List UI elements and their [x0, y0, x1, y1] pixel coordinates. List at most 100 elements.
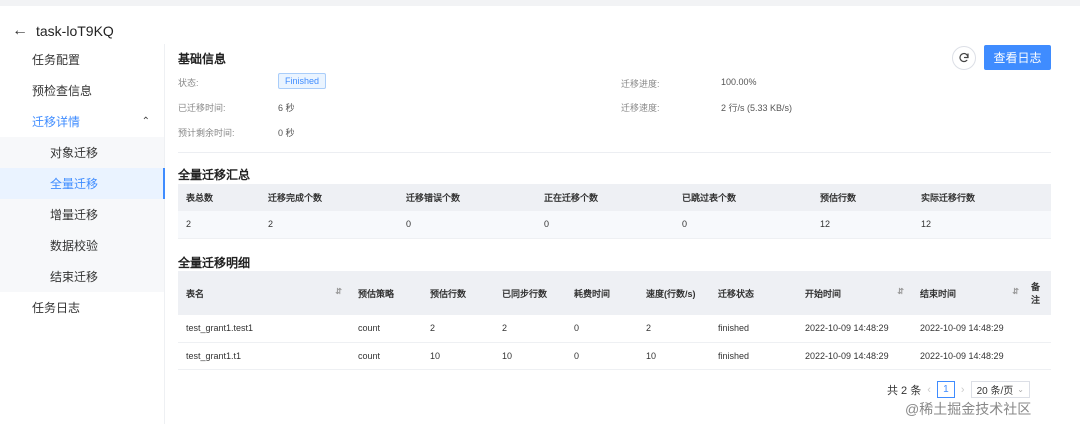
table-cell: 12 — [913, 211, 1051, 239]
progress-label: 迁移进度: — [621, 79, 660, 89]
table-header-row: 表总数 迁移完成个数 迁移错误个数 正在迁移个数 已跳过表个数 预估行数 实际迁… — [178, 184, 1051, 211]
sidebar-item-label: 预检查信息 — [32, 84, 93, 98]
sidebar-item-incremental-migration[interactable]: 增量迁移 — [0, 199, 164, 230]
table-cell: count — [350, 342, 422, 370]
chevron-up-icon: ⌃ — [141, 116, 150, 127]
table-cell: 2022-10-09 14:48:29 — [912, 315, 1027, 343]
sidebar-item-label: 迁移详情 — [32, 115, 81, 129]
column-header: 迁移状态 — [710, 271, 797, 315]
page-header: ← task-loT9KQ — [12, 20, 114, 42]
column-header-end-time[interactable]: 结束时间 ⇵ — [912, 271, 1027, 315]
status-badge: Finished — [278, 73, 327, 89]
column-header: 迁移错误个数 — [398, 184, 536, 211]
remaining-label: 预计剩余时间: — [178, 128, 235, 138]
table-cell: 2022-10-09 14:48:29 — [912, 342, 1027, 370]
sort-icon[interactable]: ⇵ — [897, 287, 904, 296]
sidebar-item-end-migration[interactable]: 结束迁移 — [0, 261, 164, 292]
sidebar-item-task-config[interactable]: 任务配置 — [0, 44, 164, 75]
speed-value: 2 行/s (5.33 KB/s) — [721, 103, 793, 113]
elapsed-label: 已迁移时间: — [178, 103, 226, 113]
page-title: task-loT9KQ — [36, 23, 114, 39]
table-cell: 2 — [422, 315, 494, 343]
summary-title: 全量迁移汇总 — [178, 168, 251, 182]
watermark: @稀土掘金技术社区 — [905, 401, 1032, 417]
remaining-value: 0 秒 — [278, 128, 295, 138]
chevron-left-icon[interactable]: ‹ — [927, 384, 931, 396]
chevron-down-icon: ⌄ — [1017, 385, 1024, 394]
table-cell: finished — [710, 315, 797, 343]
section-divider — [178, 152, 1051, 153]
table-cell: 0 — [536, 211, 674, 239]
table-cell: 0 — [566, 315, 638, 343]
sort-icon[interactable]: ⇵ — [1012, 287, 1019, 296]
column-header-start-time[interactable]: 开始时间 ⇵ — [797, 271, 912, 315]
table-row: 2 2 0 0 0 12 12 — [178, 211, 1051, 239]
column-header: 迁移完成个数 — [260, 184, 398, 211]
table-cell: 2022-10-09 14:48:29 — [797, 315, 912, 343]
table-cell — [1027, 315, 1051, 343]
sort-icon[interactable]: ⇵ — [335, 287, 342, 296]
progress-value: 100.00% — [721, 77, 757, 87]
table-cell: 12 — [812, 211, 913, 239]
table-cell: 2 — [260, 211, 398, 239]
basic-info-title: 基础信息 — [178, 52, 227, 66]
detail-table: 表名 ⇵ 预估策略 预估行数 已同步行数 耗费时间 速度(行数/s) 迁移状态 开… — [178, 271, 1051, 370]
page-size-value: 20 条/页 — [976, 386, 1014, 397]
column-header: 实际迁移行数 — [913, 184, 1051, 211]
sidebar-item-object-migration[interactable]: 对象迁移 — [0, 137, 164, 168]
view-log-button[interactable]: 查看日志 — [984, 45, 1051, 70]
summary-table: 表总数 迁移完成个数 迁移错误个数 正在迁移个数 已跳过表个数 预估行数 实际迁… — [178, 184, 1051, 239]
sidebar-item-label: 全量迁移 — [50, 177, 99, 191]
sidebar-item-label: 结束迁移 — [50, 270, 99, 284]
sidebar-item-precheck[interactable]: 预检查信息 — [0, 75, 164, 106]
refresh-icon — [959, 52, 969, 63]
table-cell: 0 — [566, 342, 638, 370]
elapsed-value: 6 秒 — [278, 103, 295, 113]
arrow-left-icon[interactable]: ← — [12, 23, 28, 39]
table-cell — [1027, 342, 1051, 370]
table-cell: test_grant1.t1 — [178, 342, 350, 370]
detail-title: 全量迁移明细 — [178, 256, 251, 270]
chevron-right-icon[interactable]: › — [961, 384, 965, 396]
table-cell: 0 — [674, 211, 812, 239]
refresh-button[interactable] — [952, 46, 976, 70]
column-header: 预估行数 — [812, 184, 913, 211]
column-header: 表总数 — [178, 184, 260, 211]
sidebar-item-label: 增量迁移 — [50, 208, 99, 222]
column-header-label: 结束时间 — [920, 288, 957, 299]
sidebar-item-label: 对象迁移 — [50, 146, 99, 160]
pagination: 共 2 条 ‹ 1 › 20 条/页 ⌄ — [887, 381, 1030, 398]
column-header: 已同步行数 — [494, 271, 566, 315]
column-header: 耗费时间 — [566, 271, 638, 315]
pagination-total: 共 2 条 — [887, 384, 922, 397]
status-label: 状态: — [178, 78, 199, 88]
table-cell: 10 — [494, 342, 566, 370]
page-number-button[interactable]: 1 — [936, 381, 955, 398]
page-size-select[interactable]: 20 条/页 ⌄ — [970, 381, 1030, 398]
table-cell: count — [350, 315, 422, 343]
sidebar-item-task-log[interactable]: 任务日志 — [0, 292, 164, 323]
table-cell: 2 — [638, 315, 710, 343]
sidebar-item-full-migration[interactable]: 全量迁移 — [0, 168, 165, 199]
table-cell: 2 — [178, 211, 260, 239]
table-cell: finished — [710, 342, 797, 370]
column-header: 速度(行数/s) — [638, 271, 710, 315]
column-header-label: 表名 — [186, 288, 205, 299]
speed-label: 迁移速度: — [621, 103, 660, 113]
column-header-label: 开始时间 — [805, 288, 842, 299]
table-cell: 2 — [494, 315, 566, 343]
column-header: 预估策略 — [350, 271, 422, 315]
column-header: 备注 — [1027, 271, 1051, 315]
column-header: 已跳过表个数 — [674, 184, 812, 211]
sidebar-item-label: 数据校验 — [50, 239, 99, 253]
sidebar-item-migration-details[interactable]: 迁移详情 ⌃ — [0, 106, 164, 137]
table-cell: test_grant1.test1 — [178, 315, 350, 343]
column-header: 预估行数 — [422, 271, 494, 315]
sidebar-item-label: 任务日志 — [32, 301, 81, 315]
column-header-table-name[interactable]: 表名 ⇵ — [178, 271, 350, 315]
sidebar-item-data-verification[interactable]: 数据校验 — [0, 230, 164, 261]
column-header: 正在迁移个数 — [536, 184, 674, 211]
table-row: test_grant1.t1 count 10 10 0 10 finished… — [178, 342, 1051, 370]
top-bar — [0, 0, 1080, 6]
sidebar-item-label: 任务配置 — [32, 53, 81, 67]
